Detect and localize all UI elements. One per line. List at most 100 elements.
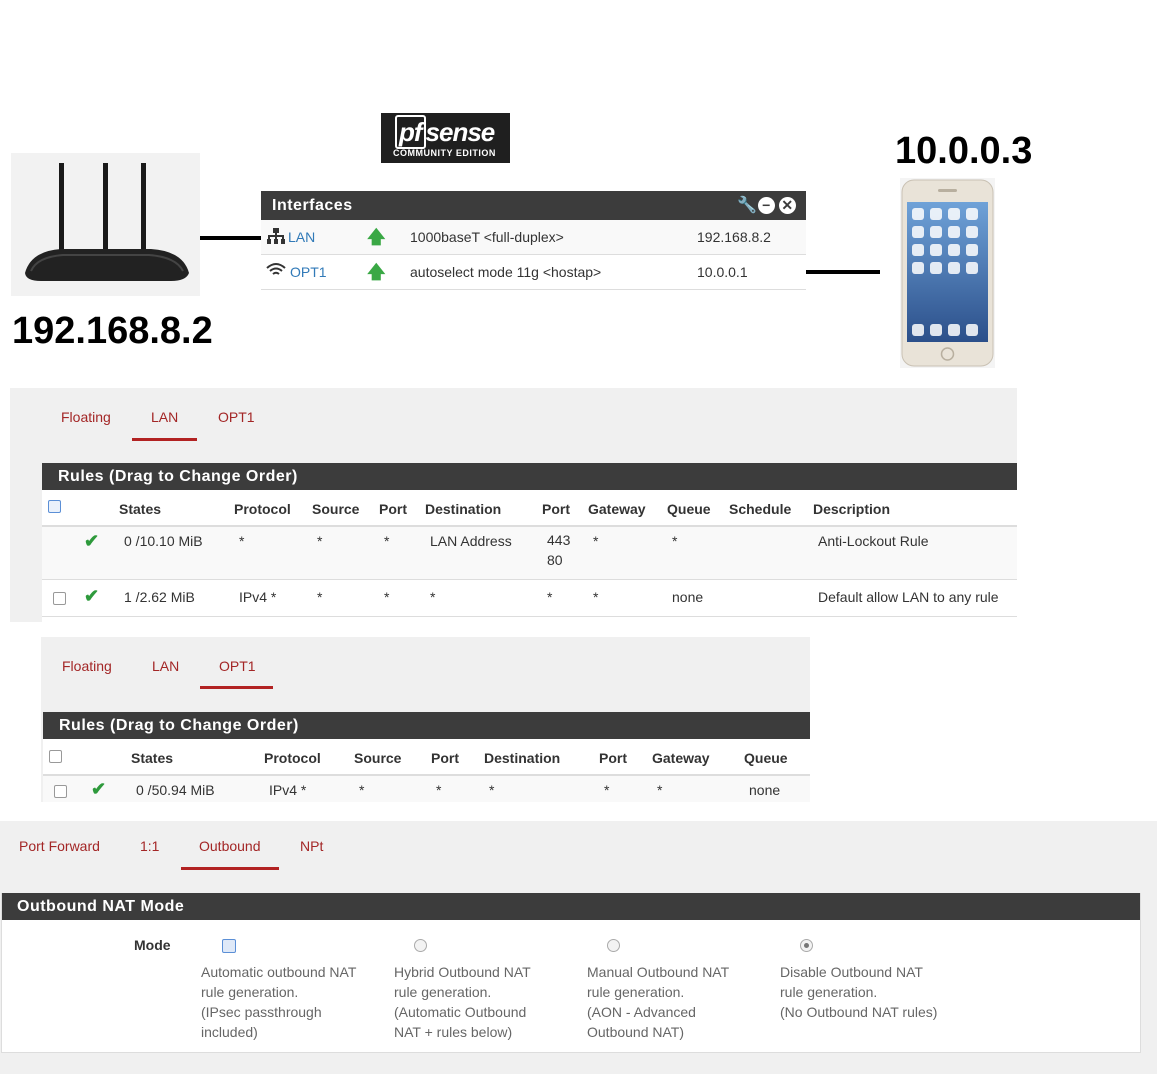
phone-icon bbox=[901, 179, 994, 367]
rule-source: * bbox=[317, 589, 323, 605]
table-row[interactable]: ✔ 1 /2.62 MiB IPv4 * * * * * * none Defa… bbox=[42, 580, 1017, 617]
opt1-rules-column-headers: States Protocol Source Port Destination … bbox=[43, 739, 810, 776]
active-tab-indicator bbox=[181, 867, 279, 870]
opt1-rules-section: Floating LAN OPT1 Rules (Drag to Change … bbox=[41, 637, 810, 802]
lan-rules-header: Rules (Drag to Change Order) bbox=[42, 463, 1017, 490]
interfaces-widget: Interfaces 🔧 − ✕ LAN 🡅 1000baseT <full-d… bbox=[261, 191, 806, 290]
wrench-icon[interactable]: 🔧 bbox=[737, 197, 757, 214]
col-protocol: Protocol bbox=[234, 501, 291, 517]
phone-image bbox=[900, 178, 995, 368]
rule-protocol: IPv4 * bbox=[269, 782, 307, 798]
opt1-rules-panel: Rules (Drag to Change Order) States Prot… bbox=[43, 712, 810, 802]
col-source: Source bbox=[312, 501, 360, 517]
interface-ip-opt1: 10.0.0.1 bbox=[697, 264, 748, 280]
tab-floating[interactable]: Floating bbox=[61, 409, 111, 425]
pass-icon: ✔ bbox=[84, 531, 100, 551]
rule-protocol: * bbox=[239, 533, 245, 549]
rule-description: Anti-Lockout Rule bbox=[818, 533, 929, 549]
interfaces-header: Interfaces 🔧 − ✕ bbox=[261, 191, 806, 220]
minimize-icon[interactable]: − bbox=[758, 197, 775, 214]
tab-one-to-one[interactable]: 1:1 bbox=[140, 838, 159, 854]
radio-disable[interactable] bbox=[800, 939, 813, 952]
radio-automatic[interactable] bbox=[222, 939, 236, 953]
network-icon bbox=[267, 228, 285, 247]
col-description: Description bbox=[813, 501, 891, 517]
tab-lan[interactable]: LAN bbox=[152, 658, 179, 674]
wifi-icon bbox=[266, 262, 286, 281]
rule-protocol: IPv4 * bbox=[239, 589, 277, 605]
outbound-nat-header: Outbound NAT Mode bbox=[2, 893, 1140, 920]
tab-outbound[interactable]: Outbound bbox=[199, 838, 261, 854]
tab-npt[interactable]: NPt bbox=[300, 838, 323, 854]
interface-name-opt1[interactable]: OPT1 bbox=[290, 264, 327, 280]
logo-pf: pf bbox=[395, 115, 426, 149]
pfsense-logo: pf sense COMMUNITY EDITION bbox=[381, 113, 510, 163]
row-checkbox[interactable] bbox=[53, 592, 66, 605]
row-checkbox[interactable] bbox=[54, 785, 67, 798]
col-gateway: Gateway bbox=[652, 750, 710, 766]
rule-description: Default allow LAN to any rule bbox=[818, 589, 999, 605]
router-ip-label: 192.168.8.2 bbox=[12, 310, 213, 352]
table-row[interactable]: ✔ 0 /10.10 MiB * * * LAN Address 443 80 … bbox=[42, 527, 1017, 580]
col-states: States bbox=[131, 750, 174, 766]
rule-states[interactable]: 0 /10.10 MiB bbox=[124, 533, 203, 549]
nat-section: Port Forward 1:1 Outbound NPt Outbound N… bbox=[0, 821, 1157, 1074]
opt1-rules-header: Rules (Drag to Change Order) bbox=[43, 712, 810, 739]
option-manual-text: Manual Outbound NAT rule generation. (AO… bbox=[587, 964, 730, 1040]
close-icon[interactable]: ✕ bbox=[779, 197, 796, 214]
status-up-icon: 🡅 bbox=[367, 262, 386, 282]
radio-manual[interactable] bbox=[607, 939, 620, 952]
rule-queue: * bbox=[672, 533, 678, 549]
rule-states[interactable]: 0 /50.94 MiB bbox=[136, 782, 215, 798]
rule-gateway: * bbox=[593, 589, 599, 605]
rule-dest-port: * bbox=[604, 782, 610, 798]
col-port: Port bbox=[379, 501, 407, 517]
select-all-checkbox[interactable] bbox=[49, 750, 62, 763]
rule-dest-port: 443 80 bbox=[547, 532, 571, 568]
col-source: Source bbox=[354, 750, 402, 766]
active-tab-indicator bbox=[132, 438, 197, 441]
rule-port: * bbox=[384, 533, 390, 549]
rule-destination: LAN Address bbox=[430, 533, 512, 549]
interface-media-opt1: autoselect mode 11g <hostap> bbox=[410, 264, 602, 280]
logo-edition: COMMUNITY EDITION bbox=[393, 148, 496, 158]
rule-gateway: * bbox=[657, 782, 663, 798]
col-schedule: Schedule bbox=[729, 501, 792, 517]
pass-icon: ✔ bbox=[91, 779, 107, 799]
col-queue: Queue bbox=[744, 750, 788, 766]
option-hybrid-text: Hybrid Outbound NAT rule generation. (Au… bbox=[394, 964, 531, 1040]
col-destination: Destination bbox=[484, 750, 561, 766]
interface-media-lan: 1000baseT <full-duplex> bbox=[410, 229, 564, 245]
tab-floating[interactable]: Floating bbox=[62, 658, 112, 674]
mode-label: Mode bbox=[134, 937, 171, 953]
outbound-nat-panel: Outbound NAT Mode Mode Automatic outboun… bbox=[1, 893, 1141, 1053]
rule-queue: none bbox=[749, 782, 781, 798]
rule-port: * bbox=[436, 782, 442, 798]
pass-icon: ✔ bbox=[84, 586, 100, 606]
rule-states[interactable]: 1 /2.62 MiB bbox=[124, 589, 195, 605]
col-dest-port: Port bbox=[542, 501, 570, 517]
router-image bbox=[11, 153, 200, 296]
option-disable-text: Disable Outbound NAT rule generation. (N… bbox=[780, 964, 938, 1020]
radio-hybrid[interactable] bbox=[414, 939, 427, 952]
col-protocol: Protocol bbox=[264, 750, 321, 766]
col-gateway: Gateway bbox=[588, 501, 646, 517]
tab-opt1[interactable]: OPT1 bbox=[218, 409, 255, 425]
col-states: States bbox=[119, 501, 162, 517]
table-row[interactable]: ✔ 0 /50.94 MiB IPv4 * * * * * * none bbox=[43, 776, 810, 802]
select-all-checkbox[interactable] bbox=[48, 500, 61, 513]
col-port: Port bbox=[431, 750, 459, 766]
lan-rules-section: Floating LAN OPT1 Rules (Drag to Change … bbox=[10, 388, 1017, 622]
rule-dest-port: * bbox=[547, 589, 553, 605]
rule-queue: none bbox=[672, 589, 704, 605]
option-automatic-text: Automatic outbound NAT rule generation. … bbox=[201, 964, 357, 1040]
rule-source: * bbox=[359, 782, 365, 798]
tab-opt1[interactable]: OPT1 bbox=[219, 658, 256, 674]
tab-lan[interactable]: LAN bbox=[151, 409, 178, 425]
router-link-wire bbox=[200, 236, 261, 240]
interface-name-lan[interactable]: LAN bbox=[288, 229, 315, 245]
lan-rules-column-headers: States Protocol Source Port Destination … bbox=[42, 490, 1017, 527]
interface-ip-lan: 192.168.8.2 bbox=[697, 229, 771, 245]
router-icon bbox=[25, 163, 189, 281]
tab-port-forward[interactable]: Port Forward bbox=[19, 838, 100, 854]
